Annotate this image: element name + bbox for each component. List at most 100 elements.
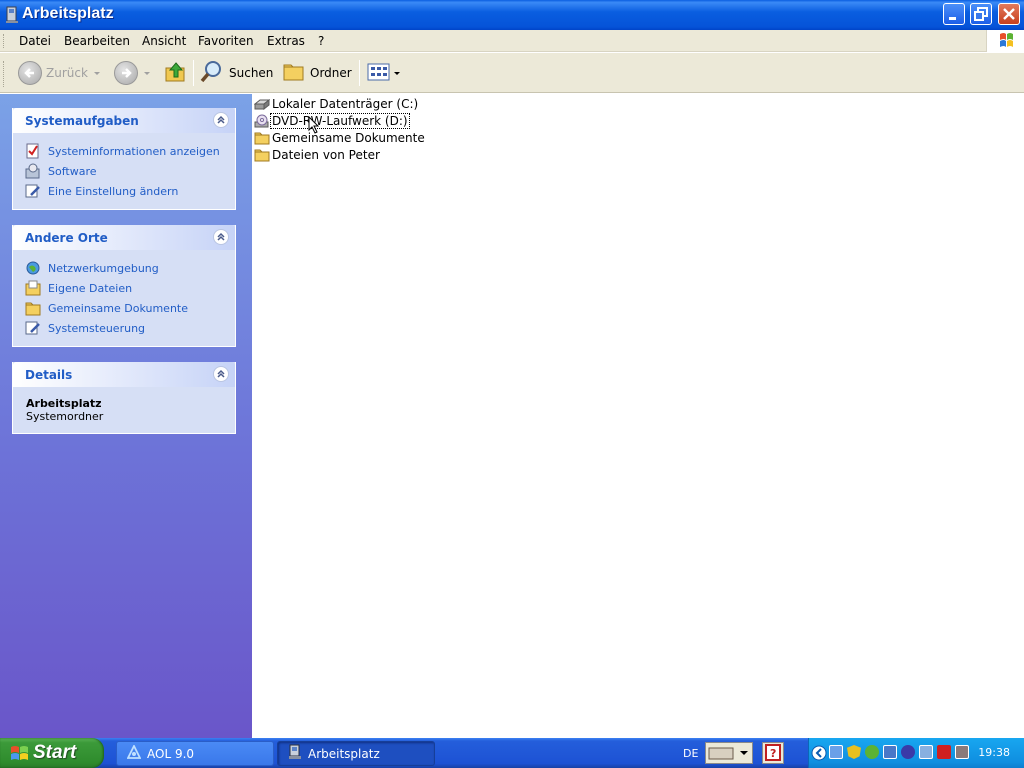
toolbar-grip[interactable] bbox=[3, 61, 6, 87]
help-tray-icon[interactable]: ? bbox=[762, 742, 784, 764]
folder-icon bbox=[254, 148, 270, 162]
windows-flag-icon bbox=[10, 745, 30, 765]
details-panel: Details Arbeitsplatz Systemordner bbox=[12, 362, 236, 434]
control-panel-icon bbox=[25, 183, 41, 199]
minimize-button[interactable] bbox=[943, 3, 965, 25]
forward-button[interactable] bbox=[114, 59, 150, 87]
menu-ansicht[interactable]: Ansicht bbox=[142, 34, 186, 48]
folder-up-icon bbox=[164, 60, 188, 87]
clock[interactable]: 19:38 bbox=[978, 746, 1010, 759]
file-item-drive-d[interactable]: DVD-RW-Laufwerk (D:) bbox=[254, 112, 410, 129]
folders-label: Ordner bbox=[310, 66, 352, 80]
place-label: Netzwerkumgebung bbox=[48, 261, 159, 275]
menu-datei[interactable]: Datei bbox=[19, 34, 51, 48]
file-list[interactable]: Lokaler Datenträger (C:) DVD-RW-Laufwerk… bbox=[252, 94, 1024, 738]
file-item-peter-files[interactable]: Dateien von Peter bbox=[254, 146, 381, 163]
my-documents-icon bbox=[25, 280, 41, 296]
task-change-setting[interactable]: Eine Einstellung ändern bbox=[25, 181, 235, 201]
back-label: Zurück bbox=[46, 66, 88, 80]
control-panel-icon bbox=[25, 320, 41, 336]
file-item-drive-c[interactable]: Lokaler Datenträger (C:) bbox=[253, 95, 419, 112]
folder-icon bbox=[25, 300, 41, 316]
other-places-title: Andere Orte bbox=[25, 231, 108, 245]
views-button[interactable] bbox=[367, 59, 400, 87]
antivirus-tray-icon[interactable] bbox=[937, 745, 951, 759]
file-item-shared-documents[interactable]: Gemeinsame Dokumente bbox=[254, 129, 426, 146]
menu-extras[interactable]: Extras bbox=[267, 34, 305, 48]
task-system-info[interactable]: Systeminformationen anzeigen bbox=[25, 141, 235, 161]
toolbar-separator bbox=[193, 60, 194, 86]
place-control-panel[interactable]: Systemsteuerung bbox=[25, 318, 235, 338]
place-label: Gemeinsame Dokumente bbox=[48, 301, 188, 315]
task-pane: Systemaufgaben Systeminformationen anzei… bbox=[0, 94, 252, 738]
system-tray: 19:38 bbox=[808, 738, 1024, 768]
taskbar-item-label: Arbeitsplatz bbox=[308, 746, 380, 761]
close-button[interactable] bbox=[998, 3, 1020, 25]
file-item-label: Lokaler Datenträger (C:) bbox=[272, 96, 419, 111]
forward-dropdown-icon[interactable] bbox=[144, 71, 150, 75]
keyboard-icon bbox=[708, 747, 748, 760]
folders-button[interactable]: Ordner bbox=[282, 59, 352, 87]
tray-expand-icon[interactable] bbox=[811, 745, 827, 761]
volume-tray-icon[interactable] bbox=[955, 745, 969, 759]
windows-logo-icon bbox=[986, 30, 1024, 52]
collapse-chevron-icon[interactable] bbox=[213, 229, 229, 245]
system-info-icon bbox=[25, 143, 41, 159]
software-icon bbox=[25, 163, 41, 179]
shield-icon[interactable] bbox=[847, 745, 861, 759]
display-tray-icon[interactable] bbox=[883, 745, 897, 759]
taskbar-item-my-computer[interactable]: Arbeitsplatz bbox=[277, 741, 435, 766]
network-icon bbox=[25, 260, 41, 276]
menu-grip[interactable] bbox=[3, 34, 6, 48]
search-label: Suchen bbox=[229, 66, 274, 80]
search-button[interactable]: Suchen bbox=[199, 59, 273, 87]
start-button[interactable]: Start bbox=[0, 738, 104, 768]
task-label: Systeminformationen anzeigen bbox=[48, 144, 220, 158]
monitor-tray-icon[interactable] bbox=[919, 745, 933, 759]
collapse-chevron-icon[interactable] bbox=[213, 366, 229, 382]
media-tray-icon[interactable] bbox=[901, 745, 915, 759]
security-tray-icon[interactable] bbox=[865, 745, 879, 759]
my-computer-icon bbox=[5, 6, 19, 24]
up-button[interactable] bbox=[164, 59, 188, 87]
task-label: Eine Einstellung ändern bbox=[48, 184, 179, 198]
place-my-documents[interactable]: Eigene Dateien bbox=[25, 278, 235, 298]
menu-help[interactable]: ? bbox=[318, 34, 324, 48]
file-item-label: Dateien von Peter bbox=[272, 147, 380, 162]
collapse-chevron-icon[interactable] bbox=[213, 112, 229, 128]
place-network[interactable]: Netzwerkumgebung bbox=[25, 258, 235, 278]
dvd-drive-icon bbox=[254, 114, 270, 128]
title-bar[interactable]: Arbeitsplatz bbox=[0, 0, 1024, 30]
details-header[interactable]: Details bbox=[13, 362, 235, 387]
views-dropdown-icon[interactable] bbox=[394, 71, 400, 75]
other-places-header[interactable]: Andere Orte bbox=[13, 225, 235, 250]
system-tasks-header[interactable]: Systemaufgaben bbox=[13, 108, 235, 133]
task-software[interactable]: Software bbox=[25, 161, 235, 181]
forward-arrow-icon bbox=[114, 61, 138, 85]
taskbar-item-label: AOL 9.0 bbox=[147, 746, 195, 761]
place-shared-documents[interactable]: Gemeinsame Dokumente bbox=[25, 298, 235, 318]
aol-icon bbox=[126, 743, 142, 762]
maximize-button[interactable] bbox=[970, 3, 992, 25]
language-indicator[interactable]: DE bbox=[683, 747, 698, 760]
mouse-cursor-icon bbox=[308, 116, 320, 134]
details-type: Systemordner bbox=[26, 410, 104, 423]
back-button[interactable]: Zurück bbox=[18, 59, 100, 87]
back-dropdown-icon[interactable] bbox=[93, 71, 100, 75]
taskbar-item-aol[interactable]: AOL 9.0 bbox=[116, 741, 274, 766]
system-tasks-panel: Systemaufgaben Systeminformationen anzei… bbox=[12, 108, 236, 210]
network-tray-icon[interactable] bbox=[829, 745, 843, 759]
task-label: Software bbox=[48, 164, 97, 178]
menu-bar: Datei Bearbeiten Ansicht Favoriten Extra… bbox=[0, 30, 1024, 52]
toolbar: Zurück Suchen Ordner bbox=[0, 53, 1024, 93]
place-label: Systemsteuerung bbox=[48, 321, 146, 335]
menu-bearbeiten[interactable]: Bearbeiten bbox=[64, 34, 130, 48]
back-arrow-icon bbox=[18, 61, 42, 85]
window-title: Arbeitsplatz bbox=[22, 5, 114, 22]
language-bar-button[interactable] bbox=[705, 742, 753, 764]
menu-favoriten[interactable]: Favoriten bbox=[198, 34, 254, 48]
other-places-panel: Andere Orte Netzwerkumgebung Eigene Date… bbox=[12, 225, 236, 347]
system-tasks-title: Systemaufgaben bbox=[25, 114, 139, 128]
details-name: Arbeitsplatz bbox=[26, 397, 102, 410]
views-icon bbox=[367, 62, 391, 85]
